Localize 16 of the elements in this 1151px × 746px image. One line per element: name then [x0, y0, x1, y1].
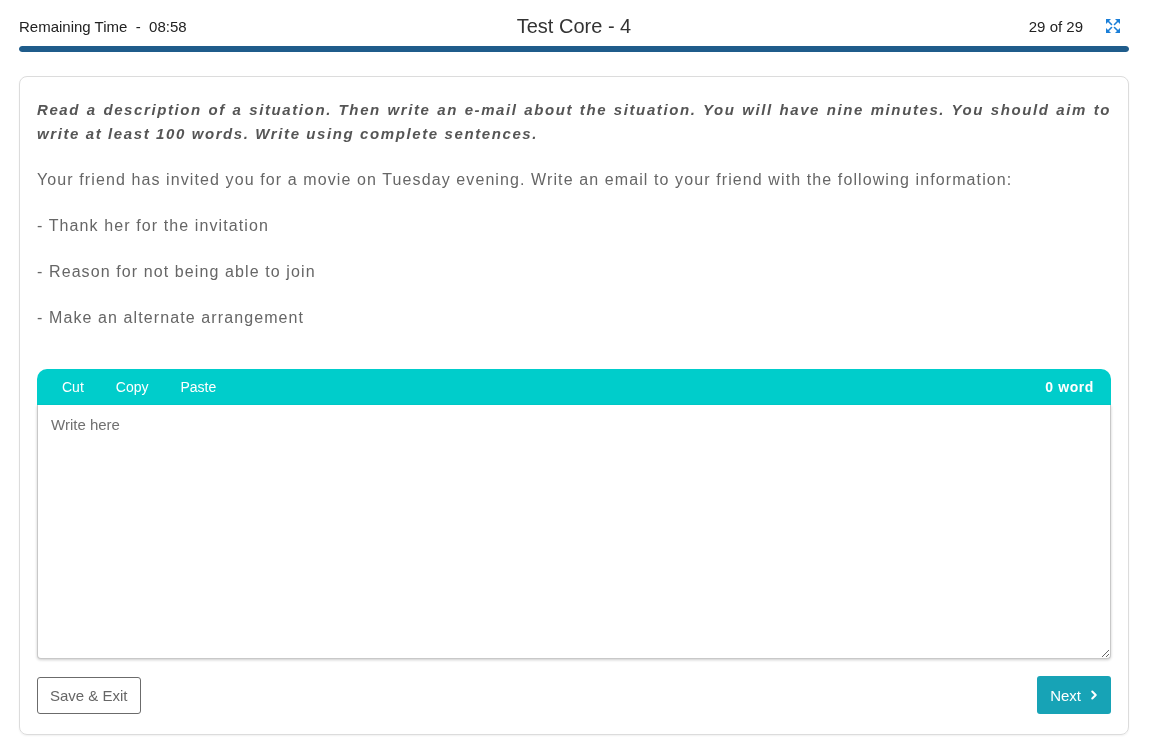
fullscreen-icon[interactable] [1106, 19, 1120, 33]
remaining-time: Remaining Time - 08:58 [19, 17, 187, 35]
test-title: Test Core - 4 [516, 14, 632, 38]
word-count: 0 word [1045, 379, 1094, 395]
instructions-text: Read a description of a situation. Then write an e-mail about the situation. You will have nine minutes. You should aim to write at least 100 words. Write using complete sentences. [37, 100, 1111, 144]
answer-field[interactable]: Write here [37, 405, 1111, 659]
next-button[interactable]: Next [1037, 676, 1111, 714]
question-counter: 29 of 29 [1028, 17, 1083, 35]
task-point: - Thank her for the invitation [37, 216, 270, 236]
task-point: - Reason for not being able to join [37, 262, 317, 282]
toolbar-button[interactable]: Cut [46, 369, 100, 405]
toolbar-button[interactable]: Copy [99, 369, 165, 405]
prompt-text: Your friend has invited you for a movie on Tuesday evening. Write an email to your friend with the following information: [37, 170, 1014, 190]
task-point: - Make an alternate arrangement [37, 308, 306, 328]
save-exit-button[interactable]: Save & Exit [37, 676, 141, 714]
toolbar-button[interactable]: Paste [164, 369, 233, 405]
